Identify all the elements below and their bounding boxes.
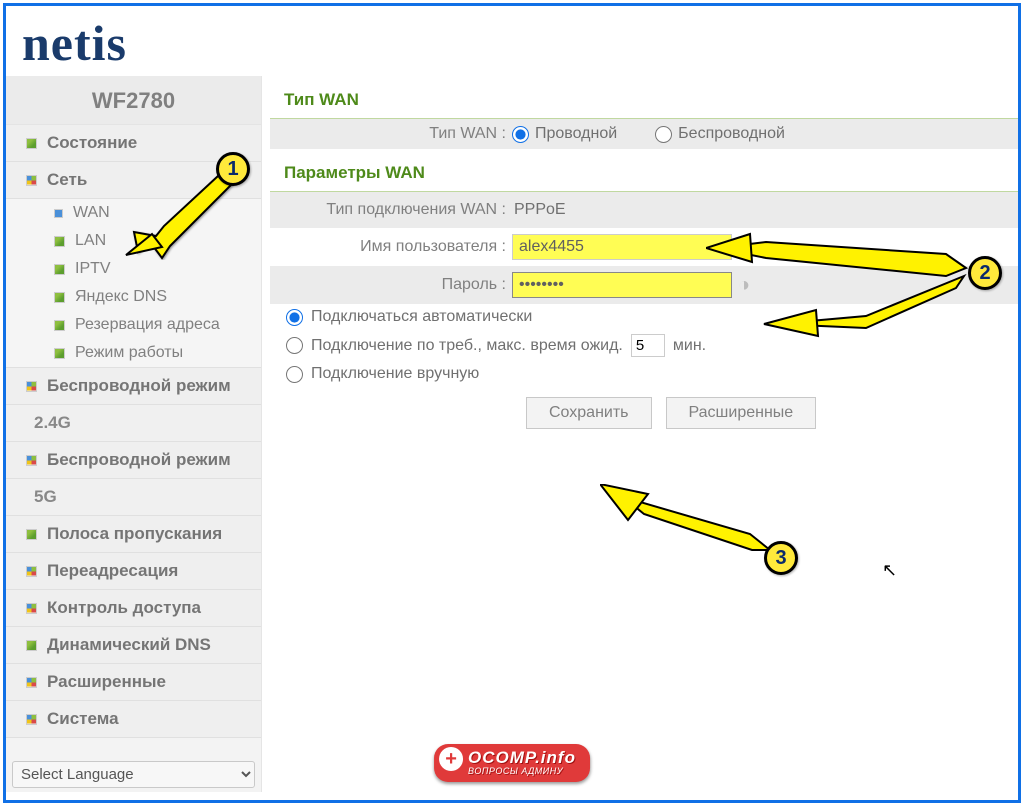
section-wan-params: Параметры WAN — [270, 149, 1018, 192]
radio-wireless-label: Беспроводной — [678, 125, 785, 143]
watermark-badge: + OCOMP.info ВОПРОСЫ АДМИНУ — [434, 744, 590, 782]
sidebar-item-label: Резервация адреса — [75, 316, 220, 334]
annotation-marker-1: 1 — [216, 152, 250, 186]
advanced-button[interactable]: Расширенные — [666, 397, 817, 429]
square-icon — [26, 175, 37, 186]
sidebar-item-yandexdns[interactable]: Яндекс DNS — [6, 283, 261, 311]
opt-auto-label: Подключаться автоматически — [311, 308, 532, 326]
sidebar-item-24g[interactable]: 2.4G — [6, 405, 261, 442]
opt-ondemand-suf: мин. — [673, 337, 706, 355]
radio-wired-label: Проводной — [535, 125, 617, 143]
sidebar-item-label: Полоса пропускания — [47, 524, 222, 544]
sidebar-item-advanced[interactable]: Расширенные — [6, 664, 261, 701]
radio-ondemand[interactable] — [286, 337, 303, 354]
plus-icon: + — [439, 747, 463, 771]
conn-type-label: Тип подключения WAN : — [280, 201, 512, 219]
watermark: + OCOMP.info ВОПРОСЫ АДМИНУ — [434, 744, 590, 782]
sidebar-item-wireless5[interactable]: Беспроводной режим — [6, 442, 261, 479]
radio-wireless[interactable]: Беспроводной — [655, 125, 785, 143]
row-wan-type: Тип WAN : Проводной Беспроводной — [270, 119, 1018, 149]
sidebar-item-wireless24[interactable]: Беспроводной режим — [6, 368, 261, 405]
password-input[interactable] — [512, 272, 732, 298]
watermark-subtitle: ВОПРОСЫ АДМИНУ — [468, 766, 576, 776]
logo: netis — [16, 14, 1008, 72]
square-icon — [54, 236, 65, 247]
opt-manual[interactable]: Подключение вручную — [270, 361, 1018, 387]
sidebar-item-label: Беспроводной режим — [47, 376, 231, 396]
watermark-title: OCOMP.info — [468, 748, 576, 767]
annotation-arrow-1 — [116, 170, 236, 260]
sidebar-item-label: Динамический DNS — [47, 635, 211, 655]
sidebar-item-label: Сеть — [47, 170, 87, 190]
language-select[interactable]: Select Language — [12, 761, 255, 788]
sidebar-item-access[interactable]: Контроль доступа — [6, 590, 261, 627]
sidebar-item-label: IPTV — [75, 260, 111, 278]
wan-type-label: Тип WAN : — [280, 125, 512, 143]
square-icon — [54, 320, 65, 331]
sidebar-item-label: LAN — [75, 232, 106, 250]
square-icon — [26, 566, 37, 577]
sidebar-item-ddns[interactable]: Динамический DNS — [6, 627, 261, 664]
square-icon — [26, 138, 37, 149]
sidebar-item-bandwidth[interactable]: Полоса пропускания — [6, 516, 261, 553]
sidebar-item-label: 5G — [34, 487, 57, 507]
sidebar-item-label: WAN — [73, 204, 110, 222]
main-panel: Тип WAN Тип WAN : Проводной Беспроводной… — [262, 76, 1018, 792]
ondemand-minutes-input[interactable] — [631, 334, 665, 357]
square-icon — [26, 603, 37, 614]
square-icon — [26, 677, 37, 688]
sidebar-item-label: Состояние — [47, 133, 137, 153]
language-selector[interactable]: Select Language — [6, 757, 261, 792]
radio-wireless-input[interactable] — [655, 126, 672, 143]
radio-auto[interactable] — [286, 309, 303, 326]
conn-type-select[interactable]: PPPoE — [512, 198, 568, 222]
sidebar-item-5g[interactable]: 5G — [6, 479, 261, 516]
username-input[interactable] — [512, 234, 732, 260]
opt-ondemand-pre: Подключение по треб., макс. время ожид. — [311, 337, 623, 355]
radio-wired-input[interactable] — [512, 126, 529, 143]
sidebar-item-forwarding[interactable]: Переадресация — [6, 553, 261, 590]
square-icon — [26, 640, 37, 651]
annotation-arrow-2a — [706, 228, 976, 338]
sidebar-item-label: Расширенные — [47, 672, 166, 692]
square-icon — [26, 529, 37, 540]
square-icon — [54, 264, 65, 275]
username-label: Имя пользователя : — [280, 238, 512, 256]
sidebar-item-system[interactable]: Система — [6, 701, 261, 738]
header: netis — [6, 6, 1018, 76]
sidebar-item-label: Беспроводной режим — [47, 450, 231, 470]
square-icon — [54, 348, 65, 359]
annotation-marker-2: 2 — [968, 256, 1002, 290]
radio-wired[interactable]: Проводной — [512, 125, 617, 143]
sidebar-item-label: Яндекс DNS — [75, 288, 167, 306]
model-label: WF2780 — [6, 76, 261, 125]
square-icon — [26, 381, 37, 392]
square-icon — [26, 714, 37, 725]
opt-manual-label: Подключение вручную — [311, 365, 479, 383]
cursor-icon: ↖ — [882, 560, 897, 581]
button-row: Сохранить Расширенные — [270, 387, 1018, 429]
sidebar-item-workmode[interactable]: Режим работы — [6, 339, 261, 368]
annotation-marker-3: 3 — [764, 541, 798, 575]
sidebar-item-label: Система — [47, 709, 119, 729]
radio-manual[interactable] — [286, 366, 303, 383]
password-label: Пароль : — [280, 276, 512, 294]
save-button[interactable]: Сохранить — [526, 397, 652, 429]
sidebar-item-label: Переадресация — [47, 561, 178, 581]
sidebar-item-label: 2.4G — [34, 413, 71, 433]
square-icon — [54, 209, 63, 218]
annotation-arrow-3 — [600, 484, 790, 564]
square-icon — [54, 292, 65, 303]
section-wan-type: Тип WAN — [270, 76, 1018, 119]
sidebar-item-label: Контроль доступа — [47, 598, 201, 618]
row-conn-type: Тип подключения WAN : PPPoE — [270, 192, 1018, 228]
square-icon — [26, 455, 37, 466]
sidebar-item-reservation[interactable]: Резервация адреса — [6, 311, 261, 339]
sidebar-item-label: Режим работы — [75, 344, 183, 362]
